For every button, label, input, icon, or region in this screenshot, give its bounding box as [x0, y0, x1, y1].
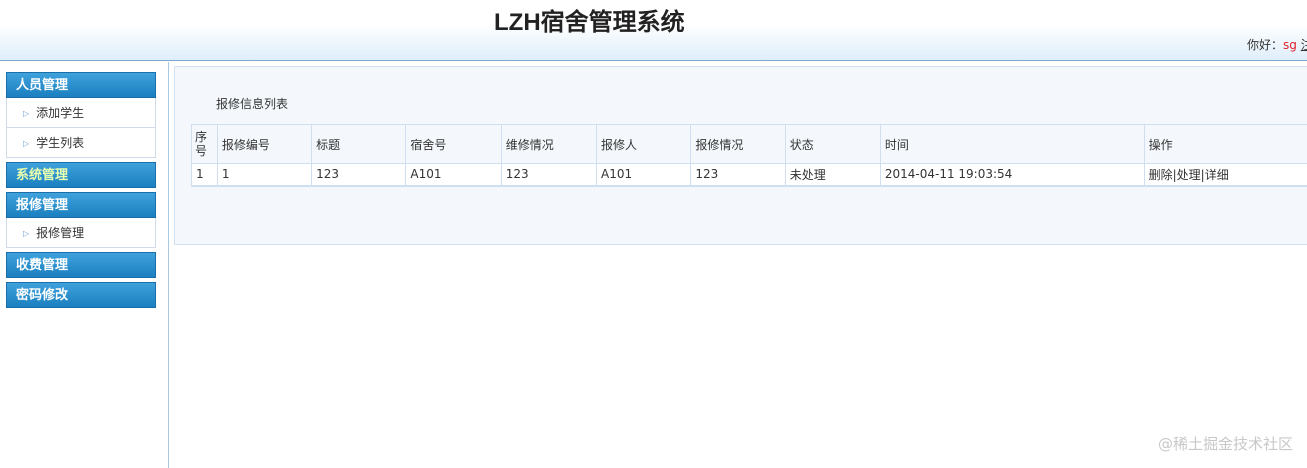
table-row: 1 1 123 A101 123 A101 123 未处理 2014-04-11…	[191, 163, 1307, 186]
cell-report-details: 123	[690, 163, 786, 186]
cell-repair-status: 123	[500, 163, 598, 186]
col-header: 报修人	[596, 124, 692, 164]
cell-state: 未处理	[784, 163, 881, 186]
col-header: 时间	[879, 124, 1145, 164]
menu-item-add-student[interactable]: ▷ 添加学生	[6, 98, 156, 128]
detail-link[interactable]: 详细	[1205, 168, 1229, 182]
app-title: LZH宿舍管理系统	[494, 9, 685, 36]
logout-link[interactable]: 注销	[1301, 38, 1307, 52]
cell-index: 1	[191, 163, 218, 186]
user-greeting: 你好：sg 注销	[1247, 36, 1307, 53]
content-panel: 报修信息列表 序号 报修编号 标题 宿舍号 维修情况 报修人 报修情况 状态 时…	[174, 66, 1307, 245]
sidebar: 人员管理 ▷ 添加学生 ▷ 学生列表 系统管理 报修管理 ▷ 报修管理 收费管理 密码…	[0, 62, 169, 468]
process-link[interactable]: 处理	[1177, 168, 1201, 182]
watermark: @稀土掘金技术社区	[1157, 435, 1293, 453]
cell-time: 2014-04-11 19:03:54	[879, 163, 1145, 186]
col-header: 操作	[1143, 124, 1307, 164]
menu-group-repair: 报修管理 ▷ 报修管理	[6, 192, 156, 248]
repair-table: 序号 报修编号 标题 宿舍号 维修情况 报修人 报修情况 状态 时间 操作 1 …	[191, 124, 1307, 187]
menu-group-system: 系统管理	[6, 162, 156, 188]
menu-header-personnel[interactable]: 人员管理	[6, 72, 156, 98]
header: LZH宿舍管理系统 你好：sg 注销	[0, 0, 1307, 61]
greeting-label: 你好：	[1247, 38, 1284, 52]
menu-group-fees: 收费管理	[6, 252, 156, 278]
col-header: 报修情况	[690, 124, 786, 164]
col-header: 宿舍号	[405, 124, 502, 164]
menu-header-password[interactable]: 密码修改	[6, 282, 156, 308]
col-header: 报修编号	[216, 124, 313, 164]
col-header: 维修情况	[500, 124, 598, 164]
col-header: 序号	[191, 124, 218, 164]
col-header: 标题	[311, 124, 407, 164]
delete-link[interactable]: 删除	[1149, 168, 1173, 182]
table-header-row: 序号 报修编号 标题 宿舍号 维修情况 报修人 报修情况 状态 时间 操作	[191, 124, 1307, 164]
username: sg	[1283, 38, 1297, 52]
list-caption: 报修信息列表	[216, 97, 289, 111]
cell-dorm: A101	[405, 163, 502, 186]
menu-header-system[interactable]: 系统管理	[6, 162, 156, 188]
menu-group-password: 密码修改	[6, 282, 156, 308]
menu-group-personnel: 人员管理 ▷ 添加学生 ▷ 学生列表	[6, 72, 156, 158]
menu-header-fees[interactable]: 收费管理	[6, 252, 156, 278]
triangle-right-icon: ▷	[23, 229, 30, 238]
col-header: 状态	[784, 124, 881, 164]
cell-repair-id: 1	[216, 163, 313, 186]
triangle-right-icon: ▷	[23, 109, 30, 118]
cell-reporter: A101	[596, 163, 692, 186]
menu-item-repair-management[interactable]: ▷ 报修管理	[6, 218, 156, 248]
cell-title: 123	[311, 163, 407, 186]
menu-header-repair[interactable]: 报修管理	[6, 192, 156, 218]
menu-item-student-list[interactable]: ▷ 学生列表	[6, 128, 156, 158]
triangle-right-icon: ▷	[23, 139, 30, 148]
cell-actions: 删除|处理|详细	[1143, 163, 1307, 186]
